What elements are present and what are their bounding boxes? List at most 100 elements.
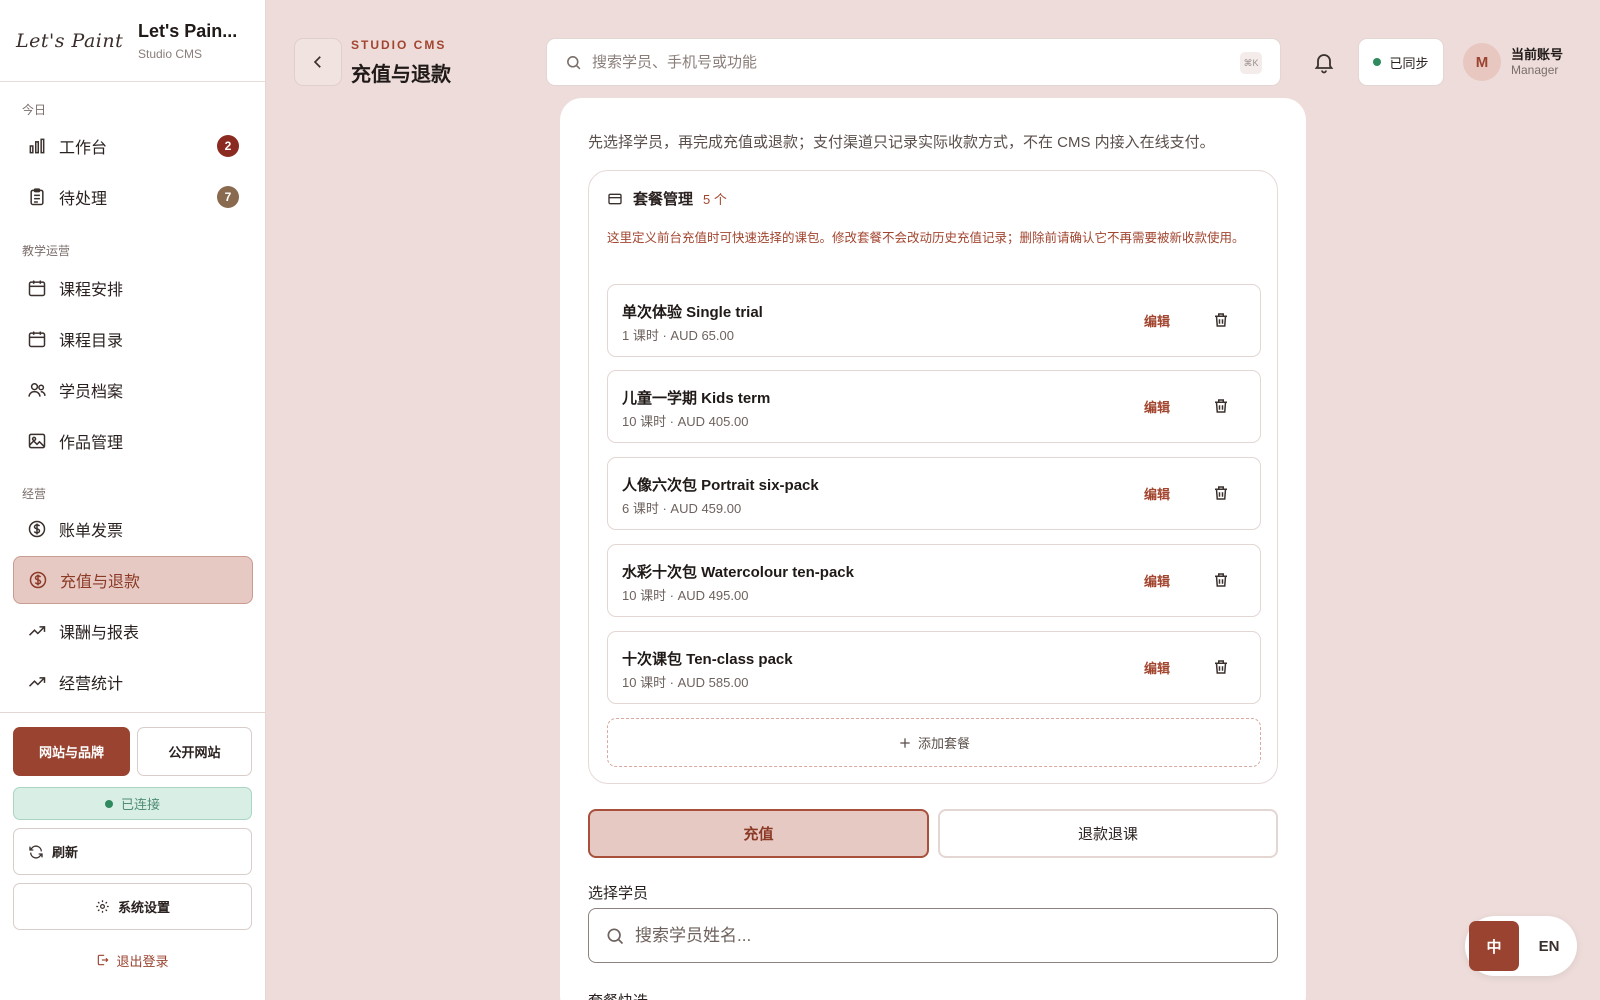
connection-status: 已连接 bbox=[13, 787, 252, 820]
section-label-business: 经营 bbox=[22, 487, 47, 501]
refresh-button[interactable]: 刷新 bbox=[13, 828, 252, 875]
lang-en-button[interactable]: EN bbox=[1529, 921, 1569, 971]
student-search-input[interactable] bbox=[635, 925, 1235, 946]
language-switch: 中 EN bbox=[1465, 916, 1577, 976]
intro-text: 先选择学员，再完成充值或退款；支付渠道只记录实际收款方式，不在 CMS 内接入在… bbox=[588, 134, 1215, 151]
package-meta: 10 课时 · AUD 585.00 bbox=[622, 675, 749, 690]
sidebar-item-label: 工作台 bbox=[59, 140, 108, 157]
sidebar-item-schedule[interactable]: 课程安排 bbox=[13, 264, 253, 312]
sidebar-item-recharge-refund[interactable]: 充值与退款 bbox=[13, 556, 253, 604]
trend-icon bbox=[28, 626, 46, 636]
trend-icon bbox=[28, 677, 46, 687]
sidebar-item-label: 作品管理 bbox=[59, 435, 124, 452]
add-package-label: 添加套餐 bbox=[917, 736, 970, 751]
trash-icon[interactable] bbox=[1212, 658, 1230, 676]
sidebar-item-invoices[interactable]: 账单发票 bbox=[13, 505, 253, 553]
brand-script-logo: Let's Paint bbox=[16, 29, 124, 52]
package-name: 水彩十次包 Watercolour ten-pack bbox=[622, 564, 854, 581]
bell-icon[interactable] bbox=[1312, 50, 1336, 74]
edit-package-button[interactable]: 编辑 bbox=[1144, 658, 1170, 677]
package-panel-header: 套餐管理 5 个 bbox=[607, 188, 727, 209]
sync-label: 已同步 bbox=[1389, 55, 1429, 71]
back-button[interactable] bbox=[294, 38, 342, 86]
website-brand-button[interactable]: 网站与品牌 bbox=[13, 727, 130, 776]
sidebar-item-label: 经营统计 bbox=[59, 676, 124, 693]
package-meta: 10 课时 · AUD 495.00 bbox=[622, 588, 749, 603]
sidebar-item-dashboard[interactable]: 工作台 2 bbox=[13, 122, 253, 170]
system-settings-button[interactable]: 系统设置 bbox=[13, 883, 252, 930]
brand-header[interactable]: Let's Paint Let's Pain... Studio CMS bbox=[0, 0, 265, 82]
calendar-icon bbox=[28, 280, 46, 297]
recharge-refund-card: 先选择学员，再完成充值或退款；支付渠道只记录实际收款方式，不在 CMS 内接入在… bbox=[560, 98, 1306, 1000]
global-search-input[interactable] bbox=[592, 53, 1192, 71]
lang-zh-button[interactable]: 中 bbox=[1469, 921, 1519, 971]
package-count: 5 个 bbox=[703, 192, 727, 207]
trash-icon[interactable] bbox=[1212, 484, 1230, 502]
dollar-circle-icon bbox=[29, 571, 47, 589]
package-name: 儿童一学期 Kids term bbox=[622, 390, 771, 407]
add-package-button[interactable]: 添加套餐 bbox=[607, 718, 1261, 767]
package-note: 这里定义前台充值时可快速选择的课包。修改套餐不会改动历史充值记录；删除前请确认它… bbox=[607, 231, 1245, 245]
calendar-icon bbox=[28, 331, 46, 348]
section-label-today: 今日 bbox=[22, 103, 47, 117]
notification-badge: 2 bbox=[217, 135, 239, 157]
package-name: 人像六次包 Portrait six-pack bbox=[622, 477, 819, 494]
package-row: 儿童一学期 Kids term 10 课时 · AUD 405.00 编辑 bbox=[607, 370, 1261, 443]
sidebar-item-label: 账单发票 bbox=[59, 523, 124, 540]
logout-label: 退出登录 bbox=[116, 953, 169, 969]
public-site-button[interactable]: 公开网站 bbox=[137, 727, 252, 776]
sidebar-item-students[interactable]: 学员档案 bbox=[13, 366, 253, 414]
sidebar-item-label: 课程安排 bbox=[59, 282, 124, 299]
logout-icon bbox=[98, 954, 109, 966]
avatar[interactable]: M bbox=[1463, 43, 1501, 81]
sidebar-item-artworks[interactable]: 作品管理 bbox=[13, 417, 253, 465]
package-meta: 10 课时 · AUD 405.00 bbox=[622, 414, 749, 429]
package-row: 单次体验 Single trial 1 课时 · AUD 65.00 编辑 bbox=[607, 284, 1261, 357]
connection-status-label: 已连接 bbox=[120, 797, 160, 812]
sidebar-item-label: 课酬与报表 bbox=[59, 625, 140, 642]
trash-icon[interactable] bbox=[1212, 311, 1230, 329]
package-meta: 1 课时 · AUD 65.00 bbox=[622, 328, 734, 343]
brand-title: Let's Pain... bbox=[138, 20, 238, 41]
shortcut-hint: ⌘K bbox=[1240, 52, 1262, 74]
logout-button[interactable]: 退出登录 bbox=[13, 945, 252, 975]
users-icon bbox=[28, 383, 46, 397]
sidebar-item-pending[interactable]: 待处理 7 bbox=[13, 173, 253, 221]
edit-package-button[interactable]: 编辑 bbox=[1144, 484, 1170, 503]
section-label-teaching: 教学运营 bbox=[22, 244, 71, 258]
global-search[interactable]: ⌘K bbox=[546, 38, 1281, 86]
search-icon bbox=[567, 55, 581, 69]
sync-status[interactable]: 已同步 bbox=[1358, 38, 1444, 86]
sidebar: Let's Paint Let's Pain... Studio CMS 今日 … bbox=[0, 0, 266, 1000]
account-role: Manager bbox=[1511, 63, 1559, 77]
edit-package-button[interactable]: 编辑 bbox=[1144, 397, 1170, 416]
package-meta: 6 课时 · AUD 459.00 bbox=[622, 501, 742, 516]
page-title: 充值与退款 bbox=[351, 64, 451, 86]
image-icon bbox=[28, 433, 46, 449]
tab-refund[interactable]: 退款退课 bbox=[938, 809, 1278, 858]
trash-icon[interactable] bbox=[1212, 571, 1230, 589]
trash-icon[interactable] bbox=[1212, 397, 1230, 415]
sync-dot bbox=[1373, 58, 1382, 66]
sidebar-item-business-stats[interactable]: 经营统计 bbox=[13, 658, 253, 706]
settings-label: 系统设置 bbox=[117, 900, 170, 915]
brand-subtitle: Studio CMS bbox=[138, 46, 203, 61]
package-row: 水彩十次包 Watercolour ten-pack 10 课时 · AUD 4… bbox=[607, 544, 1261, 617]
sidebar-item-payroll-reports[interactable]: 课酬与报表 bbox=[13, 607, 253, 655]
student-search[interactable] bbox=[588, 908, 1278, 963]
sidebar-divider bbox=[0, 712, 266, 713]
breadcrumb: STUDIO CMS bbox=[351, 38, 447, 52]
bar-chart-icon bbox=[29, 138, 45, 154]
quick-pick-label: 套餐快选 bbox=[588, 990, 648, 1000]
notification-badge: 7 bbox=[217, 186, 239, 208]
status-dot bbox=[104, 799, 113, 808]
select-student-label: 选择学员 bbox=[588, 885, 649, 902]
dollar-circle-icon bbox=[28, 520, 46, 538]
edit-package-button[interactable]: 编辑 bbox=[1144, 571, 1170, 590]
sidebar-item-course-catalog[interactable]: 课程目录 bbox=[13, 315, 253, 363]
edit-package-button[interactable]: 编辑 bbox=[1144, 311, 1170, 330]
account-name: 当前账号 bbox=[1511, 47, 1564, 62]
tab-recharge[interactable]: 充值 bbox=[588, 809, 929, 858]
sidebar-item-label: 课程目录 bbox=[59, 333, 124, 350]
package-row: 人像六次包 Portrait six-pack 6 课时 · AUD 459.0… bbox=[607, 457, 1261, 530]
